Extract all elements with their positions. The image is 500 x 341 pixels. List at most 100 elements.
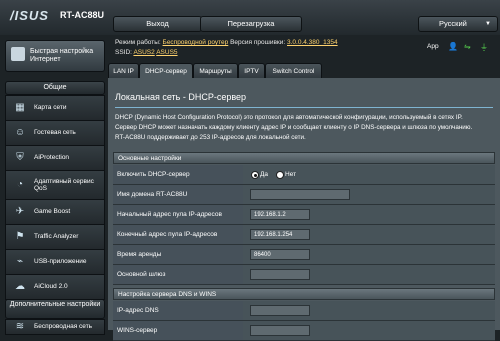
guest-network-icon: ☺ [14, 127, 26, 138]
dns-ip-input[interactable] [250, 305, 310, 316]
pool-end-label: Конечный адрес пула IP-адресов [113, 225, 243, 244]
gateway-label: Основной шлюз [113, 265, 243, 284]
tab-routes[interactable]: Маршруты [193, 63, 238, 79]
firmware-link[interactable]: 3.0.0.4.380_1354 [287, 39, 338, 46]
main-panel: Локальная сеть - DHCP-сервер DHCP (Dynam… [108, 78, 500, 341]
game-boost-icon: ✈ [15, 206, 25, 217]
sidebar-item-guest-network[interactable]: ☺ Гостевая сеть [5, 120, 105, 146]
pool-end-input[interactable]: 192.168.1.254 [250, 229, 310, 240]
aiprotection-icon: ⛨ [16, 152, 24, 163]
page-title: Локальная сеть - DHCP-сервер [115, 92, 247, 102]
gateway-cell [243, 265, 495, 284]
ssid-label: SSID: [115, 49, 132, 56]
sidebar-item-wireless[interactable]: ≋ Беспроводная сеть [5, 319, 105, 335]
mode-label: Режим работы: [115, 39, 161, 46]
language-select[interactable]: Русский ▼ [418, 16, 498, 32]
user-icon[interactable]: 👤 [448, 42, 458, 51]
pool-start-label: Начальный адрес пула IP-адресов [113, 205, 243, 224]
ssid-2[interactable]: ASUS5 [156, 49, 177, 56]
chevron-down-icon: ▼ [485, 21, 491, 27]
mode-link[interactable]: Беспроводной роутер [163, 39, 229, 46]
sidebar-item-aiprotection[interactable]: ⛨ AiProtection [5, 145, 105, 171]
table-row: Основной шлюз [113, 265, 495, 285]
sidebar-item-network-map[interactable]: ▦ Карта сети [5, 95, 105, 121]
table-row: Включить DHCP-сервер Да Нет [113, 165, 495, 185]
usb-icon: ⌁ [16, 256, 24, 267]
tab-iptv[interactable]: IPTV [238, 63, 265, 79]
table-row: IP-адрес DNS [113, 301, 495, 321]
table-row: Время аренды 86400 [113, 245, 495, 265]
sidebar-item-label: AiCloud 2.0 [34, 283, 68, 291]
qos-icon: ◔ [16, 179, 24, 190]
logout-button[interactable]: Выход [113, 16, 202, 32]
table-row: WINS-сервер [113, 321, 495, 341]
sidebar-item-label: AiProtection [34, 154, 70, 162]
firmware-label: Версия прошивки: [230, 39, 286, 46]
dns-ip-cell [243, 301, 495, 320]
language-value: Русский [439, 19, 467, 28]
pool-start-cell: 192.168.1.2 [243, 205, 495, 224]
description-line: Сервер DHCP может назначать каждому клие… [115, 124, 473, 131]
aicloud-icon: ☁ [15, 281, 25, 292]
tab-lan-ip[interactable]: LAN IP [108, 63, 139, 79]
lease-time-input[interactable]: 86400 [250, 249, 310, 260]
sidebar-item-label: Беспроводная сеть [34, 323, 93, 331]
table-row: Конечный адрес пула IP-адресов 192.168.1… [113, 225, 495, 245]
network-status-icon[interactable]: ⏚ [480, 42, 488, 53]
wins-input[interactable] [250, 325, 310, 336]
gateway-input[interactable] [250, 269, 310, 280]
enable-no-label: Нет [285, 171, 297, 178]
wins-label: WINS-сервер [113, 321, 243, 340]
domain-input[interactable] [250, 189, 350, 200]
wireless-icon: ≋ [15, 321, 25, 332]
sidebar-item-label: Game Boost [34, 208, 71, 216]
table-row: Имя домена RT-AC88U [113, 185, 495, 205]
wins-cell [243, 321, 495, 340]
sidebar-item-game-boost[interactable]: ✈ Game Boost [5, 199, 105, 225]
enable-dhcp-value: Да Нет [243, 165, 495, 184]
enable-dhcp-label: Включить DHCP-сервер [113, 165, 243, 184]
sidebar-item-aicloud[interactable]: ☁ AiCloud 2.0 [5, 274, 105, 300]
status-info: Режим работы: Беспроводной роутер Версия… [115, 38, 338, 58]
router-model: RT-AC88U [60, 10, 105, 20]
enable-yes-radio[interactable] [251, 171, 259, 179]
usb-status-icon[interactable]: ⇋ [464, 42, 471, 51]
domain-cell [243, 185, 495, 204]
title-divider [115, 107, 493, 108]
sidebar-item-label: Адаптивный сервис QoS [34, 177, 94, 193]
advanced-header: Дополнительные настройки [5, 299, 105, 319]
app-label[interactable]: App [427, 43, 439, 50]
quick-setup-label: Быстрая настройка Интернет [30, 48, 94, 63]
top-bar: /ISUS RT-AC88U Выход Перезагрузка Русски… [0, 0, 500, 35]
dns-ip-label: IP-адрес DNS [113, 301, 243, 320]
lease-time-cell: 86400 [243, 245, 495, 264]
brand-logo: /ISUS [10, 8, 49, 23]
sidebar-item-label: Карта сети [34, 104, 67, 112]
sidebar-item-label: USB-приложение [34, 258, 87, 266]
description-line: RT-AC88U поддерживает до 253 IP-адресов … [115, 134, 306, 141]
sidebar-item-label: Гостевая сеть [34, 129, 76, 137]
wand-icon [11, 47, 25, 61]
tab-switch-control[interactable]: Switch Control [265, 63, 322, 79]
sidebar-item-traffic-analyzer[interactable]: ⚑ Traffic Analyzer [5, 224, 105, 250]
pool-start-input[interactable]: 192.168.1.2 [250, 209, 310, 220]
enable-yes-label: Да [260, 171, 269, 178]
tab-dhcp-server[interactable]: DHCP-сервер [139, 63, 193, 79]
traffic-analyzer-icon: ⚑ [15, 231, 25, 242]
sidebar-item-usb[interactable]: ⌁ USB-приложение [5, 249, 105, 275]
reboot-button[interactable]: Перезагрузка [200, 16, 302, 32]
quick-setup-button[interactable]: Быстрая настройка Интернет [5, 40, 105, 72]
pool-end-cell: 192.168.1.254 [243, 225, 495, 244]
lease-time-label: Время аренды [113, 245, 243, 264]
ssid-1[interactable]: ASUS2 [133, 49, 154, 56]
page-description: DHCP (Dynamic Host Configuration Protoco… [115, 113, 495, 143]
domain-label: Имя домена RT-AC88U [113, 185, 243, 204]
enable-no-radio[interactable] [276, 171, 284, 179]
basic-settings-header: Основные настройки [113, 152, 495, 164]
general-header: Общие [5, 81, 105, 95]
dns-settings-header: Настройка сервера DNS и WINS [113, 288, 495, 300]
description-line: DHCP (Dynamic Host Configuration Protoco… [115, 114, 463, 121]
sidebar-item-qos[interactable]: ◔ Адаптивный сервис QoS [5, 170, 105, 200]
sidebar-item-label: Traffic Analyzer [34, 233, 79, 241]
sidebar: Быстрая настройка Интернет Общие ▦ Карта… [5, 37, 105, 335]
